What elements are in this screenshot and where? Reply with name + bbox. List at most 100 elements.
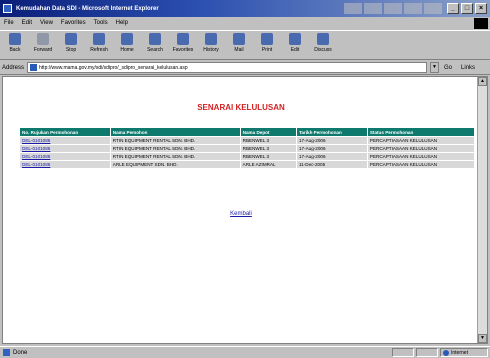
minimize-button[interactable]: _ [447,3,459,14]
maximize-button[interactable]: □ [461,3,473,14]
stop-icon [65,33,77,45]
table-cell: RBENWEL 3 [239,136,297,145]
reference-link[interactable]: DEL-0101086 [19,152,111,161]
discuss-icon [317,33,329,45]
window-title: Kemudahan Data SDI - Microsoft Internet … [16,5,159,12]
address-input[interactable]: http://www.mama.gov.my/sdi/sdipro/_sdipr… [27,62,428,73]
address-label: Address [2,64,25,71]
mail-button[interactable]: Mail [227,31,251,59]
table-cell: RBENWEL 3 [239,144,297,153]
page-title: SENARAI KELULUSAN [197,103,285,112]
refresh-icon [93,33,105,45]
links-button[interactable]: Links [461,65,475,71]
back-button[interactable]: Back [3,31,27,59]
forward-label: Forward [33,47,53,53]
home-icon [121,33,133,45]
edit-button[interactable]: Edit [283,31,307,59]
title-bar: Kemudahan Data SDI - Microsoft Internet … [0,0,490,17]
print-label: Print [261,47,273,53]
table-cell: RTIN EQUIPMENT RENTAL SDN. BHD. [109,152,241,161]
column-header: Status Permohonan [366,127,476,137]
table-cell: RTIN EQUIPMENT RENTAL SDN. BHD. [109,136,241,145]
table-cell: 17-Aug-2006 [295,152,368,161]
mail-label: Mail [234,47,244,53]
history-button[interactable]: History [199,31,223,59]
security-zone: Internet [440,348,488,357]
status-bar: Done Internet [0,346,490,358]
status-panel [416,348,438,357]
search-icon [149,33,161,45]
history-label: History [203,47,219,53]
home-label: Home [120,47,134,53]
reference-link[interactable]: DEL-0101086 [19,160,111,169]
reference-link[interactable]: DEL-0101086 [19,144,111,153]
refresh-label: Refresh [90,47,108,53]
browser-content: SENARAI KELULUSAN No. Rujukan Permohonan… [2,76,488,344]
taskbar-reflection [344,3,442,14]
table-header-row: No. Rujukan Permohonan Nama Pemohon Nama… [19,127,476,137]
close-button[interactable]: × [475,3,487,14]
refresh-button[interactable]: Refresh [87,31,111,59]
table-cell: 17-Aug-2006 [295,144,368,153]
table-cell: 17-Aug-2006 [295,136,368,145]
discuss-button[interactable]: Discuss [311,31,335,59]
status-text: Done [13,349,28,356]
table-cell: 11-Dec-2005 [295,160,368,169]
print-button[interactable]: Print [255,31,279,59]
scroll-up-icon[interactable]: ▲ [478,77,487,86]
favorites-icon [177,33,189,45]
edit-icon [289,33,301,45]
menu-tools[interactable]: Tools [94,20,108,26]
column-header: Nama Pemohon [109,127,241,137]
menu-edit[interactable]: Edit [22,20,32,26]
ie-logo-icon [3,4,12,13]
windows-logo-icon [474,18,488,29]
history-icon [205,33,217,45]
table-cell: PERCAPTIASAAN KELULUSAN [366,136,476,145]
toolbar: Back Forward Stop Refresh Home Search Fa… [0,30,490,60]
column-header: Nama Depot [239,127,297,137]
table-cell: ARLE AZIMRAL [239,160,297,169]
search-button[interactable]: Search [143,31,167,59]
favorites-label: Favorites [172,47,194,53]
discuss-label: Discuss [314,47,332,53]
menu-view[interactable]: View [40,20,53,26]
zone-label: Internet [451,349,468,356]
favorites-button[interactable]: Favorites [171,31,195,59]
column-header: Tarikh Permohonan [295,127,368,137]
table-row: DEL-0101086 RTIN EQUIPMENT RENTAL SDN. B… [19,136,476,145]
column-header: No. Rujukan Permohonan [19,127,111,137]
vertical-scrollbar[interactable]: ▲ ▼ [477,77,487,343]
back-label: Back [9,47,21,53]
table-row: DEL-0101086 RTIN EQUIPMENT RENTAL SDN. B… [19,152,476,161]
home-button[interactable]: Home [115,31,139,59]
menu-file[interactable]: File [4,20,14,26]
table-cell: PERCAPTIASAAN KELULUSAN [366,144,476,153]
menu-bar: File Edit View Favorites Tools Help [0,17,490,29]
address-dropdown-button[interactable]: ▼ [430,62,440,73]
forward-arrow-icon [37,33,49,45]
status-panel [392,348,414,357]
print-icon [261,33,273,45]
back-arrow-icon [9,33,21,45]
approval-table: No. Rujukan Permohonan Nama Pemohon Nama… [19,127,476,169]
stop-label: Stop [65,47,77,53]
edit-label: Edit [290,47,300,53]
mail-icon [233,33,245,45]
table-cell: ARLE EQUIPMENT SDN. BHD. [109,160,241,169]
page-done-icon [3,349,10,356]
scroll-down-icon[interactable]: ▼ [478,334,487,343]
back-link[interactable]: Kembali [3,211,479,217]
forward-button[interactable]: Forward [31,31,55,59]
stop-button[interactable]: Stop [59,31,83,59]
table-cell: RBENWEL 3 [239,152,297,161]
table-cell: PERCAPTIASAAN KELULUSAN [366,160,476,169]
reference-link[interactable]: DEL-0101086 [19,136,111,145]
menu-favorites[interactable]: Favorites [61,20,86,26]
table-row: DEL-0101086 RTIN EQUIPMENT RENTAL SDN. B… [19,144,476,153]
page-icon [30,64,38,71]
go-button[interactable]: Go [444,65,452,71]
table-cell: RTIN EQUIPMENT RENTAL SDN. BHD. [109,144,241,153]
menu-help[interactable]: Help [116,20,128,26]
table-cell: PERCAPTIASAAN KELULUSAN [366,152,476,161]
